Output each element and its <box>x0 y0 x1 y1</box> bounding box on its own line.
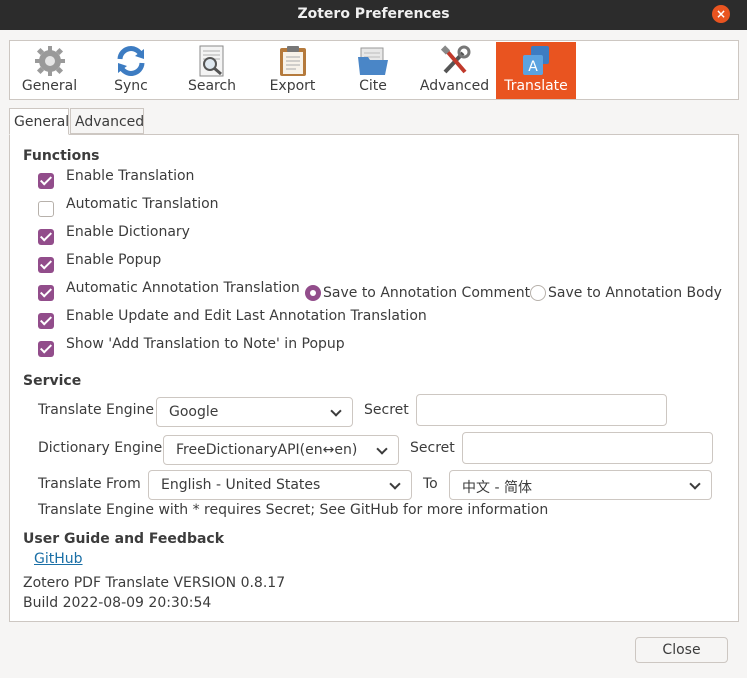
pane-advanced[interactable]: Advanced <box>414 42 495 99</box>
pane-cite[interactable]: Cite <box>333 42 413 99</box>
save-to-annotation-comment-label: Save to Annotation Comment <box>323 285 531 301</box>
show-add-translation-note-checkbox[interactable] <box>38 341 54 357</box>
translate-from-select[interactable]: English - United States <box>148 470 412 500</box>
svg-text:A: A <box>528 59 538 75</box>
window-title: Zotero Preferences <box>297 6 450 22</box>
pane-label: Translate <box>504 78 568 94</box>
pane-label: Export <box>269 78 316 94</box>
enable-update-edit-label: Enable Update and Edit Last Annotation T… <box>66 308 427 324</box>
secret-label: Secret <box>364 402 409 418</box>
close-icon[interactable]: × <box>712 5 730 23</box>
save-to-annotation-comment-radio[interactable] <box>305 285 321 301</box>
dictionary-engine-select[interactable]: FreeDictionaryAPI(en↔en) <box>163 435 399 465</box>
automatic-translation-label: Automatic Translation <box>66 196 219 212</box>
translate-icon: A <box>523 46 549 75</box>
chevron-down-icon <box>689 478 701 490</box>
service-heading: Service <box>23 373 82 389</box>
tab-advanced[interactable]: Advanced <box>70 108 144 134</box>
dictionary-secret-label: Secret <box>410 440 455 456</box>
pane-export[interactable]: Export <box>252 42 333 99</box>
pane-translate[interactable]: A Translate <box>496 42 576 99</box>
pane-label: Advanced <box>419 78 490 94</box>
translate-engine-select[interactable]: Google <box>156 397 353 427</box>
pane-search[interactable]: Search <box>172 42 252 99</box>
chevron-down-icon <box>330 405 342 417</box>
title-bar: Zotero Preferences × <box>0 0 747 30</box>
gear-icon <box>34 46 65 76</box>
pane-label: General <box>21 78 78 94</box>
translate-engine-value: Google <box>169 404 219 420</box>
preference-pane-toolbar: General Sync Search Export Cite Advanced… <box>9 40 739 100</box>
save-to-annotation-body-label: Save to Annotation Body <box>548 285 722 301</box>
pane-sync[interactable]: Sync <box>91 42 171 99</box>
enable-dictionary-checkbox[interactable] <box>38 229 54 245</box>
folder-icon <box>358 47 388 75</box>
build-text: Build 2022-08-09 20:30:54 <box>23 595 212 611</box>
pane-label: Search <box>187 78 237 94</box>
pane-label: Cite <box>359 78 387 94</box>
save-to-annotation-body-radio[interactable] <box>530 285 546 301</box>
chevron-down-icon <box>389 478 401 490</box>
tab-general[interactable]: General <box>9 108 69 135</box>
dictionary-engine-value: FreeDictionaryAPI(en↔en) <box>176 442 358 458</box>
clipboard-icon <box>279 46 306 76</box>
translate-from-label: Translate From <box>38 476 141 492</box>
automatic-annotation-translation-checkbox[interactable] <box>38 285 54 301</box>
search-document-icon <box>199 45 224 77</box>
to-label: To <box>423 476 438 492</box>
translate-to-select[interactable]: 中文 - 简体 <box>449 470 712 500</box>
chevron-down-icon <box>376 443 388 455</box>
functions-heading: Functions <box>23 148 100 164</box>
enable-dictionary-label: Enable Dictionary <box>66 224 190 240</box>
github-link[interactable]: GitHub <box>34 551 83 567</box>
translate-engine-label: Translate Engine <box>38 402 154 418</box>
tools-icon <box>440 45 470 74</box>
secret-note: Translate Engine with * requires Secret;… <box>38 502 549 518</box>
automatic-translation-checkbox[interactable] <box>38 201 54 217</box>
translate-from-value: English - United States <box>161 477 321 493</box>
translate-to-value: 中文 - 简体 <box>462 480 532 496</box>
pane-general[interactable]: General <box>10 42 89 99</box>
automatic-annotation-translation-label: Automatic Annotation Translation <box>66 280 300 296</box>
version-text: Zotero PDF Translate VERSION 0.8.17 <box>23 575 286 591</box>
show-add-translation-note-label: Show 'Add Translation to Note' in Popup <box>66 336 345 352</box>
sync-icon <box>117 46 145 76</box>
guide-heading: User Guide and Feedback <box>23 531 225 547</box>
dictionary-secret-input[interactable] <box>462 432 713 464</box>
translate-secret-input[interactable] <box>416 394 667 426</box>
enable-popup-checkbox[interactable] <box>38 257 54 273</box>
dictionary-engine-label: Dictionary Engine <box>38 440 163 456</box>
enable-translation-checkbox[interactable] <box>38 173 54 189</box>
enable-popup-label: Enable Popup <box>66 252 162 268</box>
enable-update-edit-checkbox[interactable] <box>38 313 54 329</box>
pane-label: Sync <box>114 78 148 94</box>
enable-translation-label: Enable Translation <box>66 168 195 184</box>
close-button[interactable]: Close <box>635 637 728 663</box>
